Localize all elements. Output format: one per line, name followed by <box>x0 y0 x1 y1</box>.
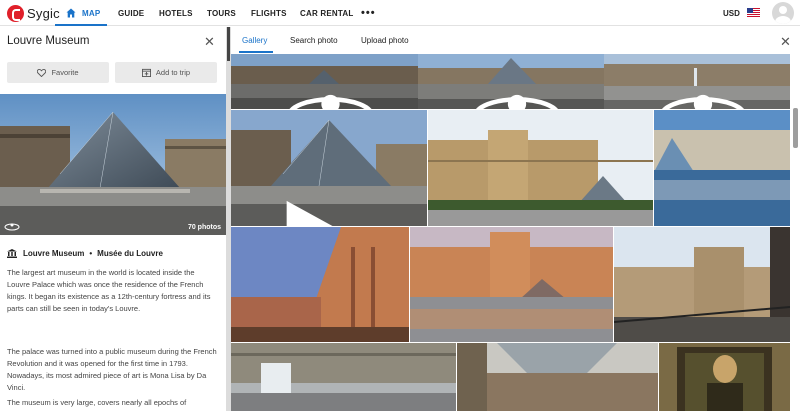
nav-flights[interactable]: FLIGHTS <box>251 0 287 26</box>
place-detail-panel: Louvre Museum ✕ Favorite Add to trip 70 … <box>0 27 226 411</box>
close-gallery-icon[interactable]: ✕ <box>780 35 791 48</box>
add-to-trip-label: Add to trip <box>155 68 191 77</box>
gallery-photo[interactable] <box>614 227 790 342</box>
favorite-button[interactable]: Favorite <box>7 62 109 83</box>
more-menu-icon[interactable]: ••• <box>361 0 376 26</box>
gallery-photo[interactable] <box>231 343 456 411</box>
place-name: Louvre Museum <box>23 249 85 258</box>
gallery-tab-bar: Gallery Search photo Upload photo ✕ <box>231 27 800 54</box>
play-video-icon <box>286 200 333 226</box>
place-name-row: Louvre Museum • Musée du Louvre <box>7 249 163 258</box>
nav-tours[interactable]: TOURS <box>207 0 236 26</box>
gallery-photo[interactable] <box>231 54 418 109</box>
sygic-logo-icon <box>7 4 24 22</box>
gallery-photo[interactable] <box>659 343 790 411</box>
gallery-tab-indicator <box>239 51 273 53</box>
hero-photo-louvre-pyramid[interactable]: 70 photos <box>0 94 226 235</box>
home-icon <box>66 8 76 18</box>
gallery-photo[interactable] <box>654 110 790 226</box>
panorama-360-icon <box>476 94 558 109</box>
gallery-photo-image <box>659 343 790 411</box>
us-flag-icon[interactable] <box>747 8 760 17</box>
tab-search-photo[interactable]: Search photo <box>290 27 338 53</box>
gallery-photo-image <box>614 227 790 342</box>
nav-map[interactable]: MAP <box>66 0 100 26</box>
gallery-photo[interactable] <box>457 343 658 411</box>
nav-active-indicator <box>55 24 107 26</box>
museum-icon <box>7 249 17 258</box>
calendar-add-icon <box>141 68 151 77</box>
gallery-photo[interactable] <box>428 110 653 226</box>
tab-upload-photo[interactable]: Upload photo <box>361 27 409 53</box>
nav-map-label: MAP <box>82 8 101 18</box>
photo-count[interactable]: 70 photos <box>188 224 221 231</box>
user-avatar[interactable] <box>772 2 794 24</box>
brand-name: Sygic <box>27 5 60 21</box>
add-to-trip-button[interactable]: Add to trip <box>115 62 217 83</box>
gallery-photo-image <box>654 110 790 226</box>
place-local-name: Musée du Louvre <box>97 249 163 258</box>
gallery-photo-image <box>231 227 409 342</box>
panorama-360-icon <box>662 94 744 109</box>
close-panel-icon[interactable]: ✕ <box>204 35 215 48</box>
nav-guide[interactable]: GUIDE <box>118 0 144 26</box>
tab-gallery[interactable]: Gallery <box>242 27 267 53</box>
gallery-photo-image <box>231 343 456 411</box>
gallery-photo-image <box>428 110 653 226</box>
gallery-photo[interactable] <box>410 227 613 342</box>
favorite-label: Favorite <box>51 68 79 77</box>
sygic-logo[interactable]: Sygic <box>7 4 60 22</box>
gallery-photo[interactable] <box>604 54 790 109</box>
panorama-360-icon <box>289 94 372 109</box>
description-paragraph-2: The palace was turned into a public muse… <box>7 347 217 392</box>
top-navigation-bar: Sygic MAP GUIDE HOTELS TOURS FLIGHTS CAR… <box>0 0 800 26</box>
hero-photo-image <box>0 94 226 235</box>
gallery-photo-video[interactable] <box>231 110 427 226</box>
gallery-photo-image <box>410 227 613 342</box>
nav-hotels[interactable]: HOTELS <box>159 0 193 26</box>
nav-car-rental[interactable]: CAR RENTAL <box>300 0 353 26</box>
gallery-photo[interactable] <box>231 227 409 342</box>
description-paragraph-1: The largest art museum in the world is l… <box>7 268 211 313</box>
gallery-photo[interactable] <box>418 54 604 109</box>
place-title: Louvre Museum <box>7 35 90 47</box>
gallery-photo-image <box>457 343 658 411</box>
gallery-scrollbar[interactable] <box>793 108 798 148</box>
currency-selector[interactable]: USD <box>723 0 740 26</box>
panorama-360-icon <box>4 223 20 231</box>
name-separator: • <box>89 249 93 258</box>
description-paragraph-3: The museum is very large, covers nearly … <box>7 398 187 407</box>
heart-icon <box>37 68 47 77</box>
